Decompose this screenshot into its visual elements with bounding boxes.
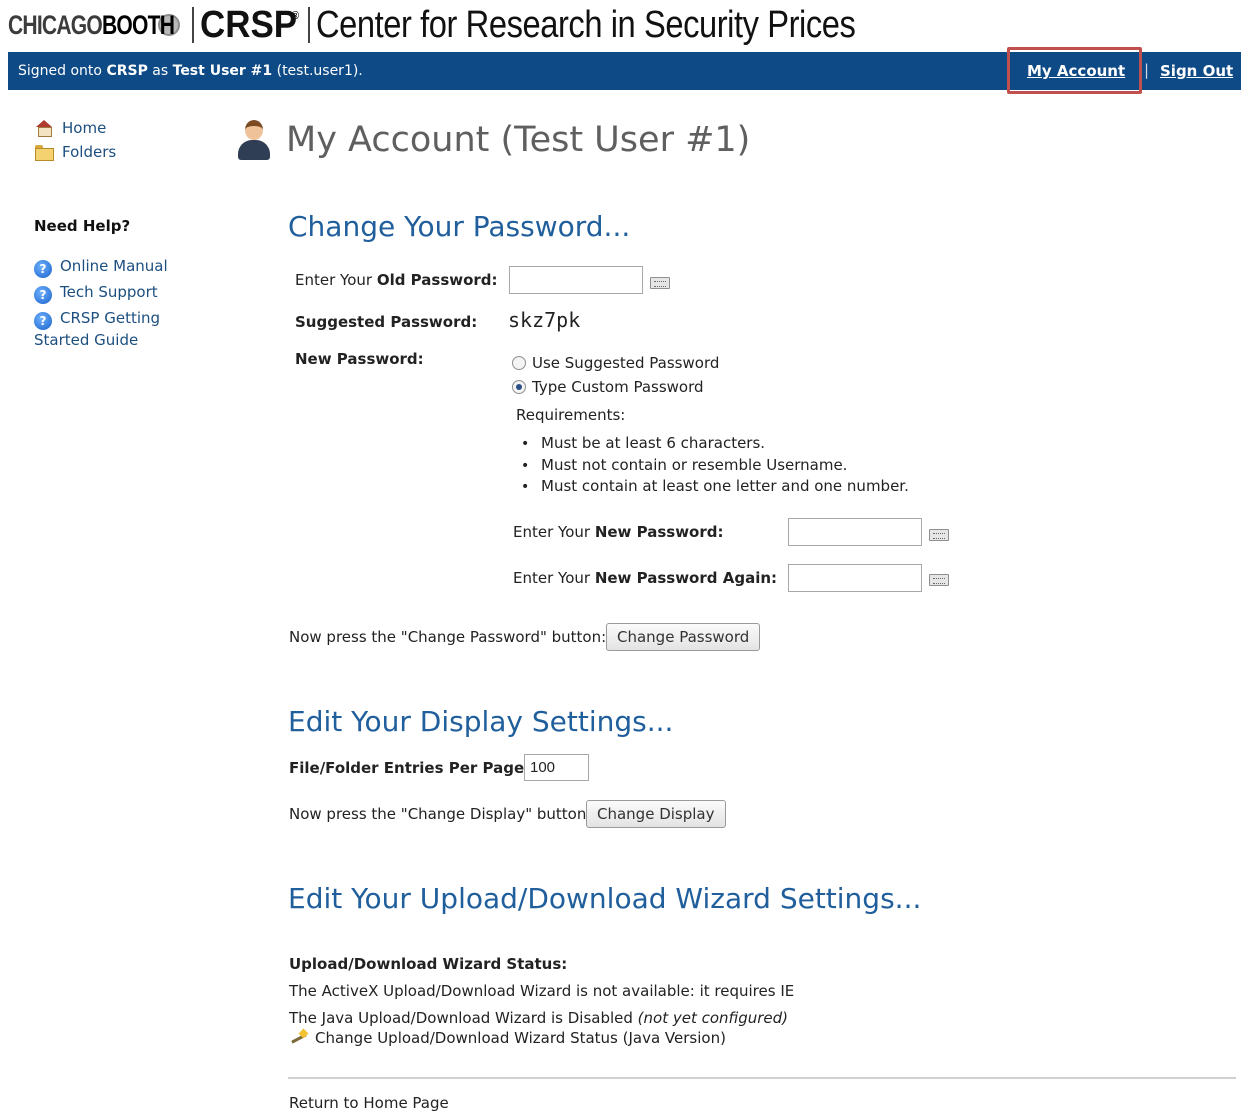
nav-item-home[interactable]: Home <box>34 116 204 140</box>
signed-in-status: Signed onto CRSP as Test User #1 (test.u… <box>18 63 363 79</box>
java-status-text: The Java Upload/Download Wizard is Disab… <box>289 1009 789 1027</box>
change-password-instruction: Now press the "Change Password" button: <box>289 628 607 646</box>
use-suggested-option[interactable]: Use Suggested Password <box>512 354 719 372</box>
wand-icon <box>289 1030 309 1044</box>
requirements-title: Requirements: <box>516 406 626 424</box>
sign-out-link[interactable]: Sign Out <box>1160 62 1233 80</box>
change-display-button[interactable]: Change Display <box>586 800 726 828</box>
logo-divider <box>192 7 194 43</box>
left-nav: Home Folders <box>34 116 204 164</box>
change-password-heading: Change Your Password... <box>288 210 631 243</box>
account-bar: Signed onto CRSP as Test User #1 (test.u… <box>8 47 1241 94</box>
crsp-logo: CRSP® <box>200 3 300 46</box>
new-password-field-label: Enter Your New Password: <box>513 523 724 541</box>
entries-per-page-input[interactable] <box>524 754 589 781</box>
site-logo-banner: CHICAGOBOOTH CRSP® Center for Research i… <box>8 0 1241 50</box>
change-display-instruction: Now press the "Change Display" button: <box>289 805 592 823</box>
nav-item-folders[interactable]: Folders <box>34 140 204 164</box>
help-links: ? Online Manual ? Tech Support ? CRSP Getti… <box>34 256 204 354</box>
wizard-status-label: Upload/Download Wizard Status: <box>289 955 568 973</box>
my-account-link[interactable]: My Account <box>1027 62 1125 80</box>
java-status-note: (not yet configured) <box>637 1009 789 1027</box>
return-home-link[interactable]: Return to Home Page <box>289 1094 449 1112</box>
suggested-password-label: Suggested Password: <box>295 313 478 331</box>
requirement-item: Must contain at least one letter and one… <box>521 476 909 498</box>
help-tech-support[interactable]: ? Tech Support <box>34 282 204 304</box>
home-icon <box>34 120 54 137</box>
requirements-list: Must be at least 6 characters. Must not … <box>521 433 909 498</box>
help-online-manual[interactable]: ? Online Manual <box>34 256 204 278</box>
help-icon: ? <box>34 286 52 304</box>
page-title: My Account (Test User #1) <box>286 120 751 160</box>
chicago-booth-logo: CHICAGOBOOTH <box>8 9 175 40</box>
page-header: My Account (Test User #1) <box>236 118 750 162</box>
user-icon <box>236 118 272 162</box>
logo-divider <box>307 7 310 43</box>
link-separator: | <box>1144 61 1150 79</box>
wizard-settings-heading: Edit Your Upload/Download Wizard Setting… <box>288 882 922 915</box>
type-custom-option[interactable]: Type Custom Password <box>512 378 704 396</box>
type-custom-radio[interactable] <box>512 380 526 394</box>
old-password-label: Enter Your Old Password: <box>295 271 498 289</box>
old-password-input[interactable] <box>509 266 643 294</box>
nav-folders-label[interactable]: Folders <box>62 143 116 161</box>
change-password-button[interactable]: Change Password <box>606 623 761 651</box>
help-icon: ? <box>34 312 52 330</box>
site-tagline: Center for Research in Security Prices <box>315 3 856 46</box>
suggested-password-value: skz7pk <box>508 308 581 332</box>
change-wizard-link[interactable]: Change Upload/Download Wizard Status (Ja… <box>289 1029 726 1047</box>
use-suggested-radio[interactable] <box>512 356 526 370</box>
help-heading: Need Help? <box>34 217 131 235</box>
new-password-input[interactable] <box>788 518 922 546</box>
entries-per-page-label: File/Folder Entries Per Page: <box>289 759 531 777</box>
keyboard-icon[interactable] <box>929 529 949 541</box>
new-password-label: New Password: <box>295 350 424 368</box>
footer-divider <box>288 1077 1236 1079</box>
keyboard-icon[interactable] <box>650 277 670 289</box>
folder-icon <box>34 144 54 161</box>
confirm-password-label: Enter Your New Password Again: <box>513 569 778 587</box>
requirement-item: Must be at least 6 characters. <box>521 433 909 455</box>
confirm-password-input[interactable] <box>788 564 922 592</box>
display-settings-heading: Edit Your Display Settings... <box>288 705 674 738</box>
activex-status-text: The ActiveX Upload/Download Wizard is no… <box>289 982 795 1000</box>
help-icon: ? <box>34 260 52 278</box>
help-getting-started[interactable]: ? CRSP Getting Started Guide <box>34 308 204 350</box>
nav-home-label[interactable]: Home <box>62 119 106 137</box>
keyboard-icon[interactable] <box>929 574 949 586</box>
requirement-item: Must not contain or resemble Username. <box>521 455 909 477</box>
